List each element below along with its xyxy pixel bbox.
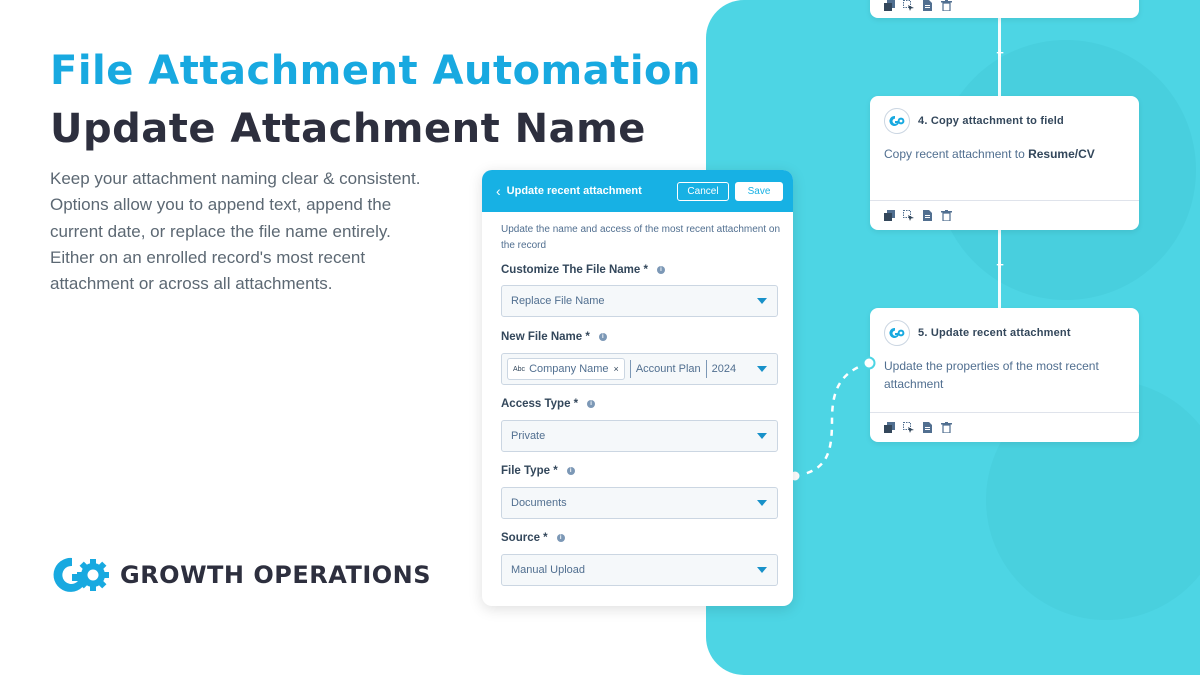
info-icon[interactable]: i (598, 333, 607, 341)
source-select[interactable]: Manual Upload (501, 554, 778, 586)
brand-logo: GROWTH OPERATIONS (48, 552, 431, 598)
new-file-name-input[interactable]: Abc Company Name × Account Plan 2024 (501, 353, 778, 385)
description-line: Keep your attachment naming clear & cons… (50, 169, 421, 188)
info-icon[interactable]: i (556, 534, 565, 542)
trash-icon[interactable] (941, 210, 952, 221)
growth-operations-badge-icon (884, 108, 910, 134)
card-footer (870, 0, 1139, 18)
chevron-down-icon (757, 567, 767, 573)
card-title: 4. Copy attachment to field (918, 115, 1064, 127)
trash-icon[interactable] (941, 0, 952, 11)
document-icon[interactable] (922, 422, 933, 433)
clone-icon[interactable] (884, 210, 895, 221)
save-button[interactable]: Save (735, 181, 783, 201)
workflow-card-update-attachment[interactable]: 5. Update recent attachment Update the p… (870, 308, 1139, 442)
document-icon[interactable] (922, 210, 933, 221)
select-value: Private (511, 430, 546, 442)
chip-label: Company Name (529, 363, 609, 375)
text-token: 2024 (711, 363, 737, 375)
access-type-select[interactable]: Private (501, 420, 778, 452)
new-file-name-label: New File Name * i (501, 331, 607, 343)
back-chevron-icon[interactable]: ‹ (496, 184, 501, 198)
headline-description: Keep your attachment naming clear & cons… (50, 166, 450, 297)
cursor-separator (705, 360, 707, 378)
card-description: Copy recent attachment to Resume/CV (870, 134, 1139, 163)
card-description-text: Copy recent attachment to (884, 147, 1029, 161)
select-icon[interactable] (903, 210, 914, 221)
add-step-icon[interactable]: + (994, 258, 1006, 271)
field-label-text: Access Type * (501, 398, 579, 410)
panel-header: ‹ Update recent attachment Cancel Save (482, 170, 793, 212)
chevron-down-icon (757, 433, 767, 439)
select-value: Documents (511, 497, 567, 509)
panel-title: Update recent attachment (506, 185, 642, 197)
card-footer (870, 412, 1139, 442)
customize-file-name-select[interactable]: Replace File Name (501, 285, 778, 317)
clone-icon[interactable] (884, 422, 895, 433)
text-token: Account Plan (635, 363, 701, 375)
token-chip-company-name[interactable]: Abc Company Name × (507, 358, 625, 380)
customize-file-name-label: Customize The File Name * i (501, 264, 665, 276)
source-label: Source * i (501, 532, 565, 544)
file-type-select[interactable]: Documents (501, 487, 778, 519)
description-line: Either on an enrolled record's most rece… (50, 247, 366, 267)
card-title: 5. Update recent attachment (918, 327, 1071, 339)
cursor-separator (629, 360, 631, 378)
field-label-text: Source * (501, 532, 548, 544)
info-icon[interactable]: i (566, 467, 575, 475)
select-value: Manual Upload (511, 564, 585, 576)
headline-subtitle: Update Attachment Name (50, 106, 646, 152)
add-step-icon[interactable]: + (994, 46, 1006, 59)
select-icon[interactable] (903, 422, 914, 433)
field-label-text: File Type * (501, 465, 558, 477)
update-attachment-panel: ‹ Update recent attachment Cancel Save U… (482, 170, 793, 606)
field-label-text: Customize The File Name * (501, 264, 648, 276)
card-footer (870, 200, 1139, 230)
panel-intro: Update the name and access of the most r… (501, 224, 781, 251)
description-line: Options allow you to append text, append… (50, 195, 392, 215)
cancel-button[interactable]: Cancel (677, 181, 729, 201)
headline-title: File Attachment Automation (50, 48, 702, 94)
chevron-down-icon (757, 366, 767, 372)
card-description: Update the properties of the most recent… (884, 359, 1099, 391)
select-icon[interactable] (903, 0, 914, 11)
file-type-label: File Type * i (501, 465, 575, 477)
chevron-down-icon (757, 298, 767, 304)
document-icon[interactable] (922, 0, 933, 11)
brand-name: GROWTH OPERATIONS (120, 561, 432, 589)
growth-operations-logo-icon (53, 557, 109, 592)
workflow-card-copy-attachment[interactable]: 4. Copy attachment to field Copy recent … (870, 96, 1139, 230)
text-type-icon: Abc (513, 365, 526, 373)
chevron-down-icon (757, 500, 767, 506)
workflow-card-previous[interactable] (870, 0, 1139, 18)
field-label-text: New File Name * (501, 331, 590, 343)
growth-operations-badge-icon (884, 320, 910, 346)
info-icon[interactable]: i (656, 266, 665, 274)
description-line: current date, or replace the file name e… (50, 221, 391, 241)
target-field-name: Resume/CV (1028, 147, 1095, 161)
remove-chip-icon[interactable]: × (614, 364, 619, 374)
clone-icon[interactable] (884, 0, 895, 11)
info-icon[interactable]: i (587, 400, 596, 408)
select-value: Replace File Name (511, 295, 605, 307)
access-type-label: Access Type * i (501, 398, 596, 410)
trash-icon[interactable] (941, 422, 952, 433)
description-line: attachment or across all attachments. (50, 274, 333, 294)
